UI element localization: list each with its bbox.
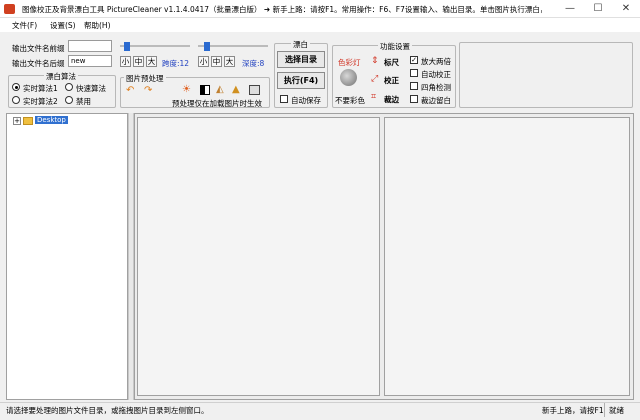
menu-file[interactable]: 文件(F) (12, 20, 37, 31)
depth-medium-button[interactable]: 中 (211, 56, 222, 67)
prefix-input[interactable] (68, 40, 112, 52)
preprocess-group-title: 图片预处理 (124, 73, 166, 84)
corner-detect-checkbox[interactable] (410, 82, 418, 90)
crop-icon[interactable]: ⌗ (371, 92, 376, 102)
algo-realtime1-label[interactable]: 实时算法1 (23, 83, 58, 94)
window-title: 图像校正及背景漂白工具 PictureCleaner v1.1.4.0417（批… (22, 5, 542, 14)
crop-margin-checkbox[interactable] (410, 95, 418, 103)
autosave-checkbox[interactable] (280, 95, 288, 103)
original-image-panel[interactable] (137, 117, 380, 396)
menu-help[interactable]: 帮助(H) (84, 20, 111, 31)
algo-realtime1-radio[interactable] (12, 83, 20, 91)
maximize-button[interactable]: ☐ (584, 0, 612, 18)
suffix-input[interactable]: new (68, 55, 112, 67)
contrast-slider-track[interactable] (120, 45, 190, 47)
brightness-icon[interactable]: ☀ (182, 84, 194, 96)
menu-settings[interactable]: 设置(S) (50, 20, 76, 31)
directory-tree[interactable] (6, 113, 128, 400)
contrast-large-button[interactable]: 大 (146, 56, 157, 67)
tree-expander[interactable]: + (13, 117, 21, 125)
depth-value: 深度:8 (242, 59, 265, 68)
folder-icon (23, 117, 33, 125)
depth-slider-thumb[interactable] (204, 42, 210, 51)
rotate-right-icon[interactable]: ↷ (144, 85, 156, 97)
autosave-label[interactable]: 自动保存 (291, 95, 321, 106)
correct-icon[interactable]: ⤢ (371, 74, 378, 84)
result-image-panel[interactable] (384, 117, 630, 396)
contrast-value: 跨度:12 (162, 59, 190, 68)
corner-detect-label[interactable]: 四角检测 (421, 82, 451, 93)
status-divider (604, 403, 605, 417)
ruler-label[interactable]: 标尺 (384, 57, 399, 68)
enlarge-checkbox[interactable]: ✓ (410, 56, 418, 64)
auto-correct-checkbox[interactable] (410, 69, 418, 77)
ruler-icon[interactable]: ⇕ (371, 56, 379, 66)
minimize-button[interactable]: — (556, 0, 584, 18)
color-light-label[interactable]: 色彩灯 (338, 57, 361, 68)
correct-label[interactable]: 校正 (384, 75, 399, 86)
bleach-group-title: 漂白 (291, 39, 310, 50)
algo-realtime2-label[interactable]: 实时算法2 (23, 96, 58, 107)
select-directory-button[interactable]: 选择目录 (277, 51, 325, 68)
contrast-slider-thumb[interactable] (124, 42, 130, 51)
enlarge-label[interactable]: 放大两倍 (421, 56, 451, 67)
contrast-small-button[interactable]: 小 (120, 56, 131, 67)
algo-realtime2-radio[interactable] (12, 96, 20, 104)
features-group-title: 功能设置 (378, 41, 412, 52)
levels-icon[interactable]: ◭ (216, 84, 228, 96)
depth-large-button[interactable]: 大 (224, 56, 235, 67)
suffix-label: 输出文件名后缀 (12, 59, 65, 68)
depth-small-button[interactable]: 小 (198, 56, 209, 67)
tree-item-desktop[interactable]: Desktop (35, 116, 68, 124)
crop-margin-label[interactable]: 裁边留白 (421, 95, 451, 106)
crop-label[interactable]: 裁边 (384, 94, 399, 105)
close-button[interactable]: ✕ (612, 0, 640, 18)
auto-correct-label[interactable]: 自动校正 (421, 69, 451, 80)
algo-fast-radio[interactable] (65, 83, 73, 91)
invert-icon[interactable] (249, 85, 260, 95)
prefix-label: 输出文件名前缀 (12, 44, 65, 53)
keep-color-label[interactable]: 不要彩色 (335, 95, 365, 106)
status-state: 就绪 (609, 406, 624, 415)
preprocess-note: 预处理仅在加载图片时生效 (172, 99, 262, 108)
algo-disabled-radio[interactable] (65, 96, 73, 104)
app-icon (4, 4, 15, 14)
toolbar-blank-area (459, 42, 633, 108)
rotate-left-icon[interactable]: ↶ (126, 85, 138, 97)
algo-disabled-label[interactable]: 禁用 (76, 96, 91, 107)
contrast-medium-button[interactable]: 中 (133, 56, 144, 67)
algo-fast-label[interactable]: 快速算法 (76, 83, 106, 94)
execute-button[interactable]: 执行(F4) (277, 72, 325, 89)
algorithm-group-title: 漂白算法 (44, 71, 78, 82)
color-light-icon[interactable] (340, 69, 357, 86)
sharpen-icon[interactable]: ▲ (232, 84, 244, 96)
contrast-icon[interactable] (200, 85, 210, 95)
status-hint: 新手上路，请按F1 (542, 406, 604, 415)
status-message: 请选择要处理的图片文件目录，或拖拽图片目录到左侧窗口。 (6, 406, 209, 415)
